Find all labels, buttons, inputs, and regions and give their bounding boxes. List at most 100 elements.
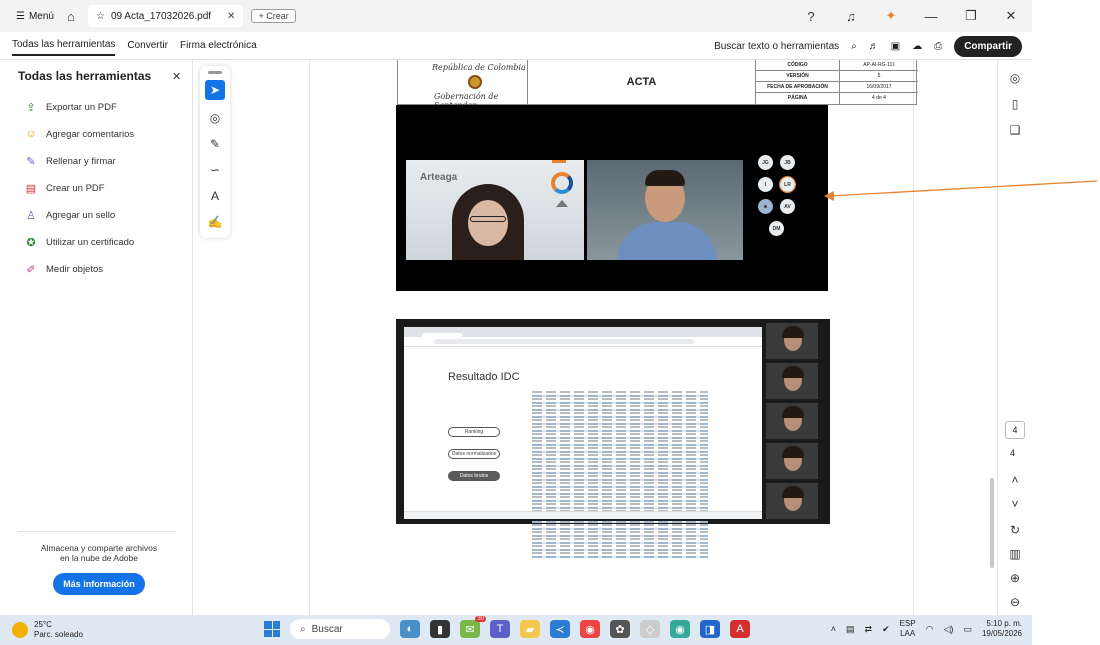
meet-icon[interactable]: ▤ [846, 624, 855, 635]
security-icon[interactable]: ✔ [882, 624, 890, 635]
close-panel-icon[interactable]: ✕ [172, 70, 181, 83]
widgets-app-icon[interactable]: ◐ [400, 620, 420, 638]
text-box-icon[interactable]: A [205, 186, 225, 206]
pages-icon[interactable]: ❏ [1007, 122, 1023, 138]
openai-icon[interactable]: ✿ [610, 620, 630, 638]
menu-all-tools[interactable]: Todas las herramientas [12, 35, 116, 56]
share-button[interactable]: Compartir [954, 35, 1022, 57]
rotate-icon[interactable]: ↻ [1007, 522, 1023, 538]
chevron-up-icon[interactable]: ˄ [1007, 472, 1023, 488]
ruler-icon: ✐ [26, 263, 36, 276]
system-tray: ˄ ▤ ⇄ ✔ ESP LAA ◠ ◁) ▭ 5:10 p. m. 19/05/… [831, 619, 1022, 639]
volume-icon[interactable]: ◁) [944, 624, 954, 635]
language-indicator[interactable]: ESP LAA [900, 619, 916, 639]
comment-tool-icon[interactable]: ◎ [205, 108, 225, 128]
clock[interactable]: 5:10 p. m. 19/05/2026 [982, 619, 1022, 639]
document-canvas[interactable]: República de Colombia Gobernación de San… [309, 60, 918, 615]
participant-body [617, 222, 717, 260]
all-tools-panel: Todas las herramientas ✕ ⇪ Exportar un P… [0, 60, 193, 615]
window-controls: ? ♫ ✦ — ❐ ✕ [798, 0, 1024, 32]
save-icon[interactable]: ▣ [891, 41, 900, 52]
control-key: PÁGINA [756, 93, 840, 104]
zoom-in-icon[interactable]: ⊕ [1007, 570, 1023, 586]
taskbar-apps: ⌕ Buscar ◐ ▮ ✉ 30 T ▰ ≺ ◉ ✿ ◇ ◉ ◨ A [264, 616, 750, 639]
task-view-icon[interactable]: ▮ [430, 620, 450, 638]
teams-icon[interactable]: T [490, 620, 510, 638]
close-window-icon[interactable]: ✕ [998, 8, 1024, 24]
network-icon[interactable]: ⇄ [865, 624, 873, 635]
vertical-scrollbar[interactable] [990, 478, 994, 568]
read-aloud-icon[interactable]: ♬ [869, 41, 879, 52]
star-icon[interactable]: ☆ [96, 11, 105, 22]
vscode-icon[interactable]: ≺ [550, 620, 570, 638]
page-fit-icon[interactable]: ▥ [1007, 546, 1023, 562]
outlook-icon[interactable]: ◨ [700, 620, 720, 638]
current-page-input[interactable]: 4 [1005, 421, 1025, 439]
ranking-button: Ranking [448, 427, 500, 437]
weather-condition: Parc. soleado [34, 630, 83, 639]
comment-pane-icon[interactable]: ▯ [1007, 96, 1023, 112]
logo-ring-icon [551, 172, 573, 194]
main-toolbar: Todas las herramientas Convertir Firma e… [0, 32, 1032, 60]
wifi-icon[interactable]: ◠ [926, 624, 934, 635]
sign-icon[interactable]: ✍ [205, 212, 225, 232]
drag-handle[interactable] [208, 71, 222, 74]
more-info-button[interactable]: Más información [53, 573, 145, 595]
participant-avatar-user-icon: ☻ [758, 199, 773, 214]
menu-convert[interactable]: Convertir [127, 36, 168, 55]
select-cursor-icon[interactable]: ➤ [205, 80, 225, 100]
comment-icon: ☺ [25, 128, 37, 140]
sparkle-icon[interactable]: ✦ [878, 8, 904, 24]
minimize-icon[interactable]: — [918, 9, 944, 24]
spreadsheet-screenshot: Resultado IDC Ranking Datos normalizados… [396, 319, 830, 558]
home-icon[interactable]: ⌂ [60, 5, 82, 27]
chrome-icon[interactable]: ◉ [580, 620, 600, 638]
side-video-strip [764, 319, 830, 524]
tool-certificate[interactable]: ✪ Utilizar un certificado [24, 235, 134, 249]
zoom-out-icon[interactable]: ⊖ [1007, 594, 1023, 610]
new-tab-button[interactable]: + Crear [251, 9, 296, 23]
tool-fill-sign[interactable]: ✎ Rellenar y firmar [24, 154, 115, 168]
browser-window: Resultado IDC Ranking Datos normalizados… [404, 327, 762, 558]
chevron-down-icon[interactable]: ˅ [1007, 496, 1023, 512]
control-row: VERSIÓN 5 [756, 71, 918, 82]
acrobat-icon[interactable]: A [730, 620, 750, 638]
control-row: FECHA DE APROBACIÓN 16/09/2017 [756, 82, 918, 93]
tool-add-comments[interactable]: ☺ Agregar comentarios [24, 127, 134, 141]
tool-add-stamp[interactable]: ♙ Agregar un sello [24, 208, 115, 222]
store-icon[interactable]: ◇ [640, 620, 660, 638]
triangle-icon [556, 200, 568, 207]
close-tab-icon[interactable]: ✕ [227, 11, 235, 22]
draw-freehand-icon[interactable]: ∽ [205, 160, 225, 180]
chrome-profile-icon[interactable]: ◉ [670, 620, 690, 638]
bell-icon[interactable]: ♫ [838, 9, 864, 24]
menu-button[interactable]: ☰ Menú [10, 9, 60, 24]
windows-start-icon[interactable] [264, 621, 280, 637]
ai-assistant-icon[interactable]: ◎ [1007, 70, 1023, 86]
document-tab[interactable]: ☆ 09 Acta_17032026.pdf ✕ [87, 5, 244, 27]
participant-avatar: DM [769, 221, 784, 236]
tool-measure[interactable]: ✐ Medir objetos [24, 262, 103, 276]
chevron-up-icon[interactable]: ˄ [831, 624, 836, 634]
weather-widget[interactable]: 25°C Parc. soleado [12, 620, 83, 640]
tool-create-pdf[interactable]: ▤ Crear un PDF [24, 181, 105, 195]
upload-cloud-icon[interactable]: ☁ [912, 41, 922, 52]
sheet-title: Resultado IDC [448, 371, 520, 383]
quick-tools-rail: ➤ ◎ ✎ ∽ A ✍ [200, 66, 230, 238]
toolbar-right: Buscar texto o herramientas ⌕ ♬ ▣ ☁ ⎙ Co… [714, 32, 1022, 60]
print-icon[interactable]: ⎙ [934, 41, 942, 52]
search-icon[interactable]: ⌕ [851, 41, 857, 52]
search-tools-label[interactable]: Buscar texto o herramientas [714, 41, 839, 52]
battery-icon[interactable]: ▭ [963, 624, 972, 635]
chat-app-icon[interactable]: ✉ 30 [460, 616, 486, 638]
highlight-pen-icon[interactable]: ✎ [205, 134, 225, 154]
participant-face [468, 200, 508, 246]
tab-title: 09 Acta_17032026.pdf [110, 10, 212, 22]
help-icon[interactable]: ? [798, 9, 824, 24]
taskbar-search[interactable]: ⌕ Buscar [290, 619, 390, 639]
file-explorer-icon[interactable]: ▰ [520, 620, 540, 638]
menu-e-sign[interactable]: Firma electrónica [180, 36, 257, 55]
restore-icon[interactable]: ❐ [958, 8, 984, 24]
tool-export-pdf[interactable]: ⇪ Exportar un PDF [24, 100, 116, 114]
side-video-tile [766, 443, 818, 479]
